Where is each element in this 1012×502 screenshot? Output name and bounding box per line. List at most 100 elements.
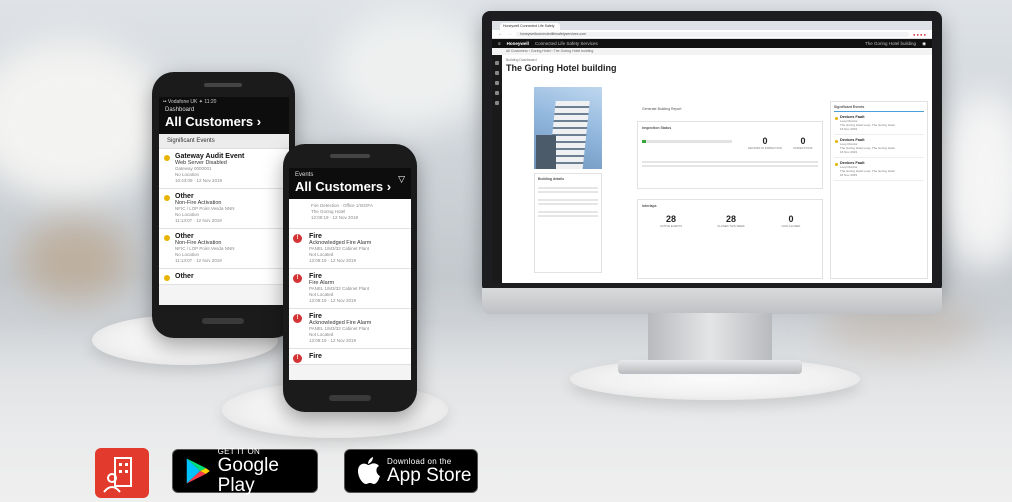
filter-icon[interactable]: ▽ (398, 174, 405, 185)
details-line (538, 215, 598, 217)
building-low (536, 135, 556, 169)
event-title: Fire (309, 313, 322, 320)
event-meta: NFIC / LOP Point Vesda NNN No Location 1… (175, 206, 235, 223)
app-store-label: App Store (387, 464, 472, 486)
menu-icon[interactable]: ≡ (498, 41, 501, 46)
building-selector[interactable]: The Goring Hotel building (865, 41, 916, 46)
warning-dot-icon (164, 195, 170, 201)
nav-events-icon[interactable] (495, 81, 499, 85)
event-item[interactable]: Other Non-Fire Activation NFIC / LOP Point… (159, 189, 289, 229)
event-meta: PANEL 1/M3/32 Cabinet Plant Not Located … (309, 326, 370, 343)
event-item[interactable]: Gateway Audit Event Web Server Disabled Ga… (159, 149, 289, 189)
apple-icon (358, 457, 380, 484)
brand-name: Honeywell (506, 41, 529, 46)
url-bar[interactable]: honeywellconnectedlifesafetyservices.com (516, 31, 909, 37)
user-icon[interactable]: ◉ (922, 41, 926, 47)
events-sidebar-title[interactable]: Significant Events (834, 105, 924, 112)
phone-front-header: Events All Customers › ▽ (289, 168, 411, 199)
kpi-label: ACTIVE EVENTS (659, 224, 683, 228)
nav-home-icon[interactable] (495, 61, 499, 65)
warning-dot-icon (835, 163, 838, 166)
building-photo (534, 87, 602, 169)
event-title: Fire (309, 353, 322, 360)
warning-dot-icon (164, 155, 170, 161)
fire-alert-icon: ! (293, 274, 302, 283)
warning-dot-icon (164, 275, 170, 281)
events-list: Devices Fault Loop Monitor The Goring Hot… (834, 112, 924, 181)
section-heading: Significant Events (159, 134, 289, 149)
monitor-chin (482, 288, 942, 314)
background-blur (330, 10, 490, 130)
event-meta: 12:09:19 · 12 Nov 2019 (311, 215, 359, 220)
status-bar: •• Vodafone UK ✦ 11:20 (163, 99, 217, 105)
event-meta: Loop Monitor The Goring Hotel Loop, The … (840, 119, 895, 131)
header-subtitle: Events (295, 172, 314, 178)
event-item[interactable]: Other Non-Fire Activation NFIC / LOP Point… (159, 229, 289, 269)
background-blur (940, 90, 1012, 270)
background-blur (20, 220, 130, 300)
kpi-label: NON-CLOSED (781, 224, 801, 228)
app-logo[interactable] (95, 448, 149, 498)
event-meta: PANEL 1/M3/32 Cabinet Plant Not Located … (309, 286, 370, 303)
event-item[interactable]: Devices Fault Loop Monitor The Goring Hot… (834, 112, 924, 135)
phone-back-header: •• Vodafone UK ✦ 11:20 Dashboard All Cus… (159, 97, 289, 134)
google-play-label: Google Play (217, 454, 279, 496)
back-icon[interactable]: ← (498, 31, 503, 37)
forward-icon[interactable]: → (507, 31, 512, 37)
event-meta: PANEL 1/M3/32 Cabinet Plant Not Located … (309, 246, 370, 263)
app-store-badge[interactable]: Download on the App Store (344, 449, 478, 493)
app-header: ≡ Honeywell Connected Life Safety Servic… (492, 39, 932, 48)
phone-speaker (330, 154, 370, 158)
extension-icons[interactable]: ● ● ● ● (913, 32, 926, 37)
browser-toolbar: ← → honeywellconnectedlifesafetyservices… (492, 30, 932, 39)
nav-settings-icon[interactable] (495, 101, 499, 105)
home-bar (202, 318, 244, 324)
event-title: Fire (309, 273, 322, 280)
details-line (538, 191, 598, 193)
google-play-badge[interactable]: GET IT ON Google Play (172, 447, 318, 496)
nav-building-icon[interactable] (495, 71, 499, 75)
generate-report-button[interactable]: Generate Building Report (642, 107, 682, 111)
phone-front: Events All Customers › ▽ Fire Detection … (283, 144, 417, 412)
event-list: Gateway Audit Event Web Server Disabled Ga… (159, 149, 289, 285)
kpi-value: 28 (725, 214, 736, 224)
page-title: The Goring Hotel building (506, 63, 617, 73)
google-play-icon (186, 458, 210, 484)
inspection-panel: Inspection Status 0 DEVICES IN INSPECTIO… (637, 121, 823, 189)
event-item[interactable]: Other (159, 269, 289, 285)
app-name: Connected Life Safety Services (534, 41, 598, 46)
event-item[interactable]: ! Fire Acknowledged Fire Alarm PANEL 1/M3/3… (289, 309, 411, 349)
event-meta: Loop Monitor The Goring Hotel Loop, The … (840, 165, 895, 177)
kpi-label: DEVICES IN INSPECTION (748, 146, 782, 150)
kpi-label: CLOSED THIS WEEK (717, 224, 745, 228)
header-title[interactable]: All Customers › (289, 178, 411, 199)
progress-bar (642, 140, 732, 143)
event-meta: NFIC / LOP Point Vesda NNN No Location 1… (175, 246, 235, 263)
nav-reports-icon[interactable] (495, 91, 499, 95)
building-details-label: Building details (538, 177, 565, 181)
fire-alert-icon: ! (293, 354, 302, 363)
browser-tab[interactable]: Honeywell Connected Life Safety (500, 23, 560, 30)
event-title: Other (175, 273, 194, 280)
event-title: Other (175, 233, 194, 240)
event-item[interactable]: Devices Fault Loop Monitor The Goring Hot… (834, 158, 924, 181)
event-item[interactable]: ! Fire Fire Alarm PANEL 1/M3/32 Cabinet Pla… (289, 269, 411, 309)
phone-speaker (204, 83, 242, 87)
interlaps-panel: Interlaps 28 ACTIVE EVENTS 28 CLOSED THI… (637, 199, 823, 279)
event-title: Gateway Audit Event (175, 153, 245, 160)
building-details-panel: Building details (534, 173, 602, 273)
event-meta: Loop Monitor The Goring Hotel Loop, The … (840, 142, 895, 154)
home-bar (329, 395, 371, 401)
phone-front-screen: Events All Customers › ▽ Fire Detection … (289, 168, 411, 380)
event-meta: Gateway 0000001 No Location 10:43:09 · 1… (175, 166, 223, 183)
event-item[interactable]: ! Fire (289, 349, 411, 365)
fire-alert-icon: ! (293, 234, 302, 243)
breadcrumb[interactable]: All Customers › Goring Hotel › The Gorin… (492, 48, 932, 55)
event-item[interactable]: Devices Fault Loop Monitor The Goring Hot… (834, 135, 924, 158)
monitor-stand-foot (618, 360, 802, 374)
event-item[interactable]: ! Fire Acknowledged Fire Alarm PANEL 1/M3/3… (289, 229, 411, 269)
kpi-value: 0 (800, 136, 806, 146)
header-title[interactable]: All Customers › (159, 113, 289, 134)
building-user-icon (103, 457, 132, 493)
table-row (642, 161, 818, 163)
